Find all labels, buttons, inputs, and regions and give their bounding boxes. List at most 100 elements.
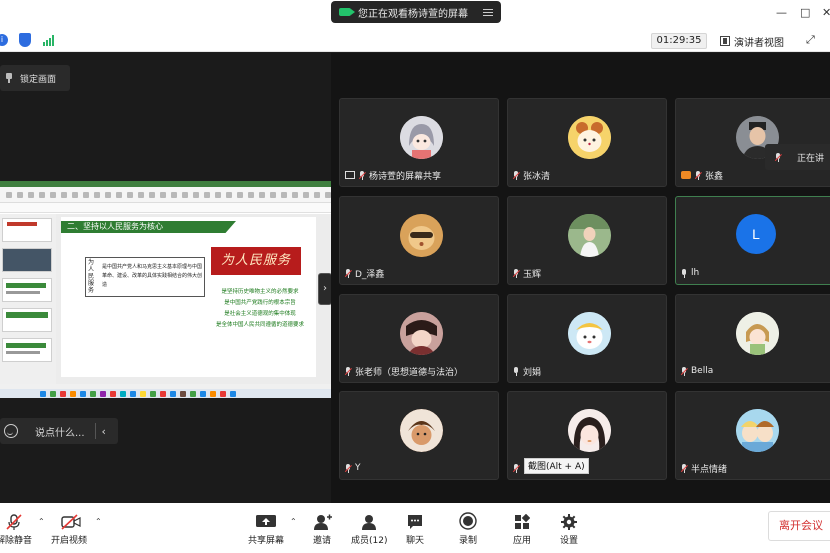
invite-button[interactable]: 邀请 xyxy=(313,512,332,546)
participant-name: 刘娟 xyxy=(523,367,542,378)
chat-icon xyxy=(407,514,423,530)
participant-name-row: 半点情绪 xyxy=(680,461,728,475)
menu-icon[interactable] xyxy=(483,8,493,16)
participant-tile[interactable]: 半点情绪 xyxy=(675,391,830,480)
meeting-info-bar: i 01:29:35 演讲者视图 ⤢ xyxy=(0,30,830,52)
avatar xyxy=(568,214,611,257)
participant-tile[interactable]: 张鑫 xyxy=(675,98,830,187)
video-options-chevron-icon[interactable]: ⌃ xyxy=(95,517,102,526)
lock-view-label: 锁定画面 xyxy=(20,74,57,85)
chat-input[interactable]: 说点什么... xyxy=(35,424,85,439)
participant-tile[interactable]: Bella xyxy=(675,294,830,383)
mic-muted-icon xyxy=(680,463,689,473)
lock-view-button[interactable]: 锁定画面 xyxy=(0,65,70,91)
participant-tile[interactable]: 刘娟 xyxy=(507,294,667,383)
members-icon xyxy=(361,514,377,530)
document-toolbar xyxy=(0,203,331,213)
screen-share-banner[interactable]: 您正在观看杨诗萱的屏幕 xyxy=(331,1,501,23)
mic-muted-icon xyxy=(512,170,521,180)
record-icon xyxy=(459,512,477,530)
record-button[interactable]: 录制 xyxy=(459,512,477,546)
document-ribbon xyxy=(0,187,331,203)
close-icon[interactable]: ✕ xyxy=(822,6,830,19)
mic-muted-icon xyxy=(680,366,689,376)
apps-button[interactable]: 应用 xyxy=(513,512,531,546)
mic-muted-icon xyxy=(344,268,353,278)
participant-name: 张鑫 xyxy=(705,171,724,182)
mic-muted-icon xyxy=(694,170,703,180)
start-video-button[interactable]: 开启视频 xyxy=(51,512,87,546)
maximize-icon[interactable]: □ xyxy=(800,6,810,19)
share-screen-label: 共享屏幕 xyxy=(248,536,285,546)
info-icon[interactable]: i xyxy=(0,34,8,46)
slide-thumbnail xyxy=(2,308,52,332)
participant-tile[interactable]: L lh xyxy=(675,196,830,285)
slide-heading: 二、坚持以人民服务为核心 xyxy=(61,221,236,233)
participant-name: 半点情绪 xyxy=(691,464,728,475)
slide-paragraph: 是中国共产党人和马克思主义基本原理与中国革命、建设、改革的具体实践相结合的伟大创… xyxy=(102,264,203,288)
apps-icon xyxy=(514,513,531,530)
slide-vertical-label: 为人民服务 xyxy=(88,259,95,294)
slide-line: 是社会主义道德观的集中体现 xyxy=(224,311,296,317)
participant-tile[interactable]: 杨诗萱的屏幕共享 xyxy=(339,98,499,187)
participant-name: 玉辉 xyxy=(523,269,542,280)
avatar xyxy=(400,116,443,159)
chat-button[interactable]: 聊天 xyxy=(406,512,424,546)
shield-icon[interactable] xyxy=(19,33,31,47)
chevron-left-icon[interactable]: ‹ xyxy=(102,425,106,438)
participant-gallery: 杨诗萱的屏幕共享 张冰清 张鑫 D_泽鑫 玉辉 L lh 张老师（思想道德与法治… xyxy=(331,53,830,503)
record-label: 录制 xyxy=(459,536,478,546)
members-button[interactable]: 成员(12) xyxy=(351,512,387,546)
mic-icon xyxy=(513,366,519,376)
slide-thumbnail xyxy=(2,218,52,242)
participant-tile[interactable]: 玉辉 xyxy=(507,196,667,285)
settings-button[interactable]: 设置 xyxy=(560,512,578,546)
slide-banner-title: 为人民服务 xyxy=(211,247,301,275)
share-options-chevron-icon[interactable]: ⌃ xyxy=(290,517,297,526)
pin-icon xyxy=(6,73,12,83)
avatar xyxy=(400,312,443,355)
participant-name-row: 张老师（思想道德与法治） xyxy=(344,364,464,378)
participant-tile[interactable]: D_泽鑫 xyxy=(339,196,499,285)
share-screen-button[interactable]: 共享屏幕 xyxy=(248,512,284,546)
avatar xyxy=(736,409,779,452)
participant-name-row: lh xyxy=(681,266,699,280)
mic-muted-icon xyxy=(358,170,367,180)
view-mode-button[interactable]: 演讲者视图 xyxy=(720,33,784,49)
participant-name: 张老师（思想道德与法治） xyxy=(355,367,464,378)
slide-canvas: 二、坚持以人民服务为核心 为人民服务 是中国共产党人和马克思主义基本原理与中国革… xyxy=(56,214,331,384)
meeting-timer: 01:29:35 xyxy=(651,33,707,49)
participant-name-row: Bella xyxy=(680,364,713,378)
collapse-gallery-button[interactable]: › xyxy=(318,273,332,305)
participant-name-row xyxy=(512,461,523,475)
view-layout-icon xyxy=(720,36,730,46)
slide-line: 是全体中国人民共同遵循的道德要求 xyxy=(215,322,304,328)
speaking-label: 正在讲 xyxy=(797,153,825,164)
slide-thumbnail xyxy=(2,248,52,272)
participant-name-row: 张鑫 xyxy=(681,168,723,182)
participant-name: Y xyxy=(355,463,361,473)
signal-icon[interactable] xyxy=(43,35,54,46)
current-slide: 二、坚持以人民服务为核心 为人民服务 是中国共产党人和马克思主义基本原理与中国革… xyxy=(61,217,316,377)
avatar xyxy=(568,312,611,355)
avatar xyxy=(568,116,611,159)
minimize-icon[interactable]: — xyxy=(776,6,787,19)
unmute-button[interactable]: 解除静音 xyxy=(0,512,32,546)
participant-tile[interactable]: Y xyxy=(339,391,499,480)
video-camera-icon xyxy=(339,8,355,16)
members-label: 成员(12) xyxy=(351,536,388,546)
audio-options-chevron-icon[interactable]: ⌃ xyxy=(38,517,45,526)
unmute-label: 解除静音 xyxy=(0,536,33,546)
emoji-icon[interactable] xyxy=(4,424,18,438)
fullscreen-icon[interactable]: ⤢ xyxy=(806,33,815,47)
avatar-initial: L xyxy=(736,214,776,254)
participant-name: 杨诗萱的屏幕共享 xyxy=(369,171,442,182)
mic-muted-icon xyxy=(344,366,353,376)
chat-input-bar[interactable]: 说点什么... ‹ xyxy=(0,418,118,444)
screen-share-icon xyxy=(345,171,355,179)
participant-tile[interactable]: 张老师（思想道德与法治） xyxy=(339,294,499,383)
slide-thumbnail xyxy=(2,338,52,362)
participant-tile[interactable]: 张冰清 xyxy=(507,98,667,187)
leave-meeting-button[interactable]: 离开会议 xyxy=(768,511,830,541)
share-screen-icon xyxy=(255,514,277,530)
